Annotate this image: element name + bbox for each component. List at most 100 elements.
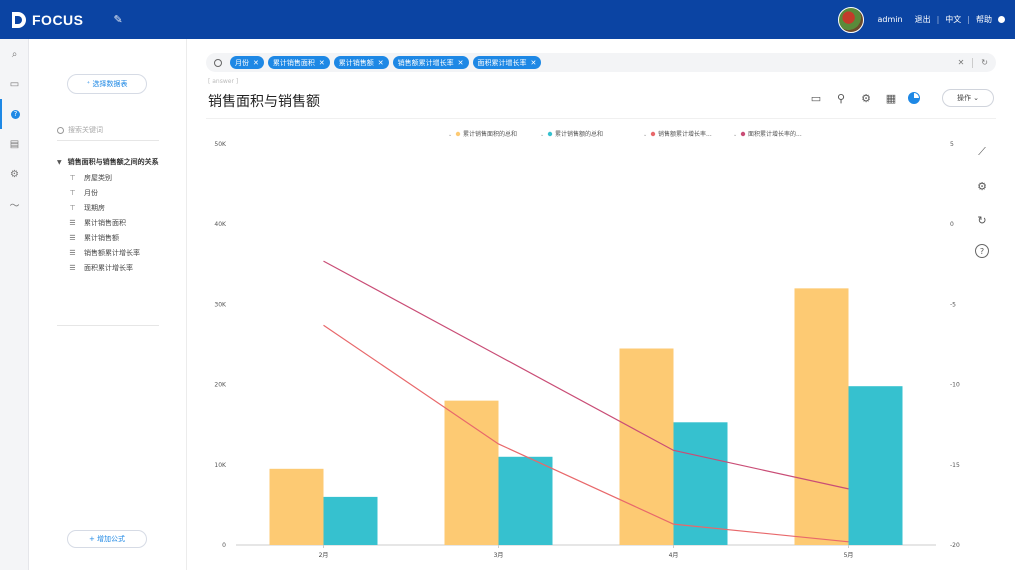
legend-label: 累计销售面积的总和 — [463, 130, 517, 138]
legend-marker — [547, 131, 553, 137]
field-label: 面积累计增长率 — [84, 263, 133, 272]
help-link[interactable]: 帮助 — [976, 14, 992, 25]
y-left-tick-label: 50K — [214, 141, 227, 148]
close-icon[interactable]: ✕ — [531, 59, 537, 67]
bar — [444, 400, 499, 545]
series-line — [323, 324, 849, 543]
comment-icon[interactable]: ▭ — [808, 90, 824, 106]
select-table-button[interactable]: ⁺ 选择数据表 — [67, 74, 147, 94]
bar — [619, 348, 674, 545]
measure-icon: ☰ — [69, 233, 76, 242]
data-nav-icon[interactable]: ▤ — [0, 129, 29, 159]
field-item[interactable]: ⊤ 房屋类别 — [68, 170, 159, 185]
chart-toolbar: ▭ ⚲ ⚙ ▦ — [808, 90, 929, 106]
tag-label: 月份 — [235, 58, 249, 67]
bar — [498, 456, 553, 545]
language-link[interactable]: 中文 — [945, 14, 961, 25]
help-icon[interactable] — [998, 16, 1005, 23]
pie-chart-icon[interactable] — [908, 92, 920, 104]
field-label: 累计销售额 — [84, 233, 119, 242]
username[interactable]: admin — [878, 15, 903, 24]
measure-icon: ☰ — [69, 248, 76, 257]
tag-label: 销售额累计增长率 — [397, 58, 454, 67]
caret-down-icon[interactable]: ▼ — [57, 159, 62, 166]
field-item[interactable]: ☰ 累计销售面积 — [68, 215, 159, 230]
close-icon[interactable]: ✕ — [319, 59, 325, 67]
breadcrumb: [ answer ] — [208, 78, 239, 85]
table-icon[interactable]: ▦ — [883, 90, 899, 106]
close-icon[interactable]: ✕ — [378, 59, 384, 67]
close-icon[interactable]: ✕ — [458, 59, 464, 67]
pin-icon[interactable]: ⚲ — [833, 90, 849, 106]
trend-nav-icon[interactable]: 〜 — [0, 189, 29, 219]
field-item[interactable]: ⊤ 月份 — [68, 185, 159, 200]
field-label: 房屋类别 — [84, 173, 112, 182]
divider: | — [936, 15, 940, 24]
search-tag[interactable]: 面积累计增长率 ✕ — [472, 56, 542, 69]
y-right-tick-label: 0 — [950, 221, 954, 228]
field-item[interactable]: ⊤ 现期房 — [68, 200, 159, 215]
y-right-tick-label: 5 — [950, 141, 954, 148]
dimension-icon: ⊤ — [69, 188, 76, 197]
tree-root[interactable]: ▼ 销售面积与销售额之间的关系 — [57, 157, 159, 167]
tag-label: 累计销售额 — [338, 58, 374, 67]
avatar[interactable] — [837, 6, 864, 33]
settings-icon[interactable]: ⚙ — [858, 90, 874, 106]
legend-label: 面积累计增长率的... — [748, 130, 802, 138]
search-tag[interactable]: 累计销售面积 ✕ — [267, 56, 330, 69]
y-left-tick-label: 0 — [222, 542, 226, 549]
field-item[interactable]: ☰ 销售额累计增长率 — [68, 245, 159, 260]
divider — [57, 325, 159, 326]
legend-caret-icon: ⌄ — [540, 132, 544, 138]
search-tag[interactable]: 累计销售额 ✕ — [333, 56, 389, 69]
search-tag[interactable]: 销售额累计增长率 ✕ — [392, 56, 469, 69]
left-nav-rail: ⌕ ▭ ? ▤ ⚙ 〜 — [0, 39, 29, 570]
top-right-menu: admin 退出 | 中文 | 帮助 — [837, 6, 1005, 33]
y-right-tick-label: -10 — [950, 382, 960, 389]
y-right-tick-label: -5 — [950, 301, 956, 308]
field-label: 销售额累计增长率 — [84, 248, 140, 257]
gear-icon[interactable]: ⚙ — [972, 176, 992, 196]
table-name: 销售面积与销售额之间的关系 — [67, 158, 159, 166]
legend-caret-icon: ⌄ — [448, 132, 452, 138]
keyword-search[interactable]: 搜索关键词 — [57, 125, 103, 135]
close-icon[interactable]: ✕ — [253, 59, 259, 67]
app-name: FOCUS — [32, 11, 84, 28]
bar — [848, 386, 903, 545]
y-right-tick-label: -20 — [950, 542, 960, 549]
field-item[interactable]: ☰ 累计销售额 — [68, 230, 159, 245]
question-nav-icon[interactable]: ? — [0, 99, 29, 129]
help-icon[interactable]: ? — [975, 244, 989, 258]
operate-button[interactable]: 操作 ⌄ — [942, 89, 994, 107]
y-left-tick-label: 10K — [214, 462, 227, 469]
add-formula-button[interactable]: + 增加公式 — [67, 530, 147, 548]
divider — [206, 118, 996, 119]
measure-icon: ☰ — [69, 263, 76, 272]
legend-marker — [455, 131, 461, 137]
y-left-tick-label: 20K — [214, 382, 227, 389]
legend-caret-icon: ⌄ — [643, 132, 647, 138]
search-tag[interactable]: 月份 ✕ — [230, 56, 264, 69]
search-bar[interactable]: 月份 ✕ 累计销售面积 ✕ 累计销售额 ✕ 销售额累计增长率 ✕ 面积累计增长率 ✕ ✕ … — [206, 53, 996, 72]
edit-icon[interactable]: ✎ — [114, 13, 123, 26]
dashboard-nav-icon[interactable]: ▭ — [0, 69, 29, 99]
logo[interactable]: FOCUS — [10, 11, 84, 29]
x-tick-label: 5月 — [844, 552, 854, 559]
clear-icon[interactable]: ✕ — [958, 58, 965, 67]
search-input[interactable]: 搜索关键词 — [68, 125, 103, 135]
dimension-icon: ⊤ — [69, 203, 76, 212]
axis-icon[interactable]: ⟋ — [972, 142, 992, 162]
tag-label: 面积累计增长率 — [477, 58, 527, 67]
refresh-icon[interactable]: ↻ — [981, 58, 988, 67]
search-nav-icon[interactable]: ⌕ — [0, 39, 29, 69]
logout-link[interactable]: 退出 — [915, 14, 931, 25]
y-right-tick-label: -15 — [950, 462, 960, 469]
data-sidebar: ⁺ 选择数据表 搜索关键词 ▼ 销售面积与销售额之间的关系 ⊤ 房屋类别 ⊤ 月份 … — [29, 39, 187, 570]
field-item[interactable]: ☰ 面积累计增长率 — [68, 260, 159, 275]
tag-label: 累计销售面积 — [272, 58, 315, 67]
settings-nav-icon[interactable]: ⚙ — [0, 159, 29, 189]
operate-label: 操作 — [956, 94, 971, 102]
reset-icon[interactable]: ↻ — [972, 210, 992, 230]
focus-logo-icon — [12, 11, 26, 28]
search-icon — [57, 126, 64, 134]
